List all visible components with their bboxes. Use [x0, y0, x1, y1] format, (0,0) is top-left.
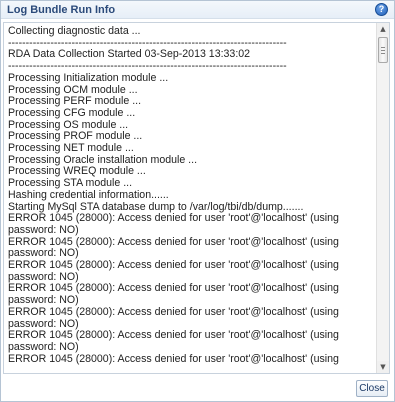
- help-icon[interactable]: ?: [375, 3, 388, 16]
- log-line: Processing NET module ...: [8, 142, 134, 155]
- log-text: Collecting diagnostic data ... ----------…: [8, 25, 376, 365]
- log-line: ERROR 1045 (28000): Access denied for us…: [8, 329, 342, 353]
- vertical-scrollbar[interactable]: ▲ ▼: [376, 23, 389, 373]
- log-line: Collecting diagnostic data ...: [8, 25, 141, 37]
- dialog-title-bar: Log Bundle Run Info ?: [1, 1, 394, 19]
- log-line: ERROR 1045 (28000): Access denied for us…: [8, 305, 342, 330]
- log-line: Hashing credential information......: [8, 188, 169, 201]
- log-line: Processing Initialization module ...: [8, 71, 169, 84]
- log-line: Processing CFG module ...: [8, 106, 136, 119]
- close-button[interactable]: Close: [356, 380, 388, 397]
- log-line: ERROR 1045 (28000): Access denied for us…: [8, 259, 342, 283]
- dialog-title: Log Bundle Run Info: [7, 4, 116, 16]
- log-line: ERROR 1045 (28000): Access denied for us…: [8, 282, 342, 307]
- log-bundle-dialog: Log Bundle Run Info ? Collecting diagnos…: [0, 0, 395, 402]
- scroll-thumb[interactable]: [378, 37, 388, 63]
- log-output-area[interactable]: Collecting diagnostic data ... ----------…: [3, 22, 390, 374]
- log-line: ERROR 1045 (28000): Access denied for us…: [8, 235, 342, 260]
- log-line: ERROR 1045 (28000): Access denied for us…: [8, 212, 342, 236]
- scroll-up-arrow-icon[interactable]: ▲: [377, 23, 389, 35]
- log-line: ERROR 1045 (28000): Access denied for us…: [8, 352, 339, 365]
- scroll-down-arrow-icon[interactable]: ▼: [377, 361, 389, 373]
